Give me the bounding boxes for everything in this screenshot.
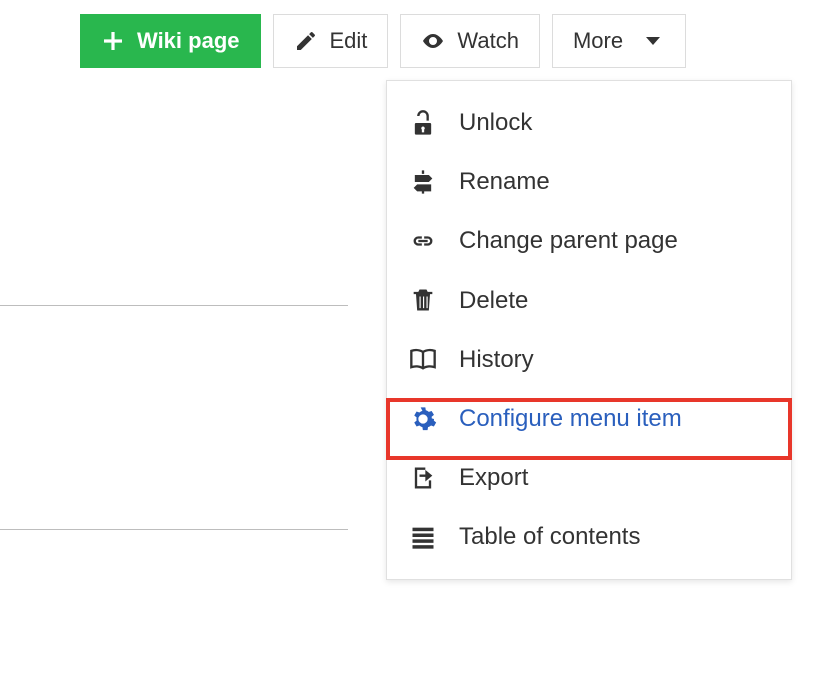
menu-item-label: Unlock <box>459 107 532 138</box>
edit-label: Edit <box>330 30 368 52</box>
more-label: More <box>573 30 623 52</box>
menu-item-label: Configure menu item <box>459 403 682 434</box>
divider-line-2 <box>0 529 348 530</box>
gear-icon <box>409 405 437 433</box>
divider-line-1 <box>0 305 348 306</box>
menu-item-label: Export <box>459 462 528 493</box>
trash-icon <box>409 286 437 314</box>
book-icon <box>409 345 437 373</box>
menu-item-change-parent[interactable]: Change parent page <box>387 211 791 270</box>
menu-item-label: Table of contents <box>459 521 640 552</box>
eye-icon <box>421 29 445 53</box>
menu-item-unlock[interactable]: Unlock <box>387 93 791 152</box>
toolbar: Wiki page Edit Watch More <box>0 0 832 68</box>
menu-item-label: History <box>459 344 534 375</box>
menu-item-label: Delete <box>459 285 528 316</box>
more-dropdown: Unlock Rename Change parent page Delete <box>386 80 792 580</box>
menu-item-delete[interactable]: Delete <box>387 271 791 330</box>
list-icon <box>409 523 437 551</box>
pencil-icon <box>294 29 318 53</box>
menu-item-rename[interactable]: Rename <box>387 152 791 211</box>
menu-item-configure[interactable]: Configure menu item <box>387 389 791 448</box>
wiki-page-label: Wiki page <box>137 30 240 52</box>
unlock-icon <box>409 109 437 137</box>
menu-item-label: Change parent page <box>459 225 678 256</box>
export-icon <box>409 464 437 492</box>
menu-item-toc[interactable]: Table of contents <box>387 507 791 566</box>
menu-item-export[interactable]: Export <box>387 448 791 507</box>
menu-item-history[interactable]: History <box>387 330 791 389</box>
wiki-page-button[interactable]: Wiki page <box>80 14 261 68</box>
more-button[interactable]: More <box>552 14 686 68</box>
edit-button[interactable]: Edit <box>273 14 389 68</box>
watch-label: Watch <box>457 30 519 52</box>
signpost-icon <box>409 168 437 196</box>
watch-button[interactable]: Watch <box>400 14 540 68</box>
plus-icon <box>101 29 125 53</box>
menu-item-label: Rename <box>459 166 550 197</box>
link-icon <box>409 227 437 255</box>
caret-down-icon <box>641 29 665 53</box>
